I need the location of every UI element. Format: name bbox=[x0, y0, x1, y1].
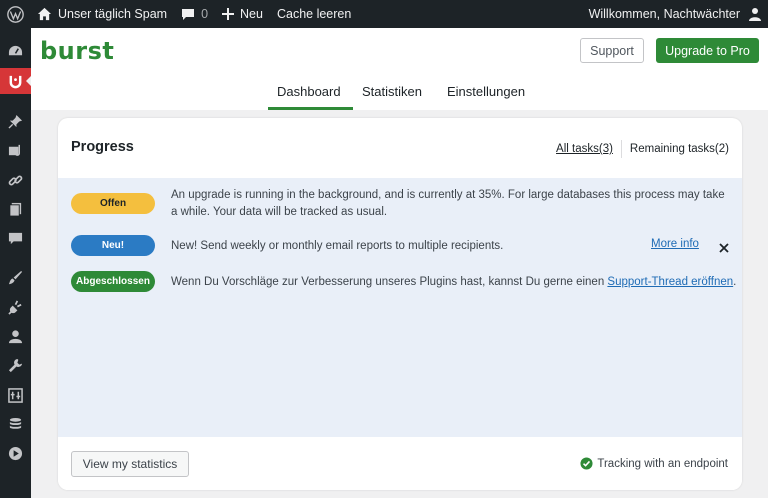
tab-einstellungen[interactable]: Einstellungen bbox=[447, 84, 525, 110]
support-button[interactable]: Support bbox=[580, 38, 644, 63]
database-icon[interactable] bbox=[0, 411, 31, 437]
new-label: Neu bbox=[240, 7, 263, 21]
task-text: Wenn Du Vorschläge zur Verbesserung unse… bbox=[171, 276, 608, 288]
clear-cache-link[interactable]: Cache leeren bbox=[270, 0, 358, 28]
filter-all-tasks[interactable]: All tasks(3) bbox=[556, 143, 613, 155]
appearance-icon[interactable] bbox=[0, 264, 31, 290]
my-account-link[interactable]: Willkommen, Nachtwächter bbox=[589, 0, 768, 28]
admin-sidebar bbox=[0, 28, 31, 498]
comments-link[interactable]: 0 bbox=[174, 0, 215, 28]
filter-divider bbox=[620, 140, 622, 158]
users-icon[interactable] bbox=[0, 323, 31, 349]
tracking-label: Tracking with an endpoint bbox=[597, 457, 728, 470]
task-text: New! Send weekly or monthly email report… bbox=[171, 240, 504, 252]
plugin-tabs: Dashboard Statistiken Einstellungen bbox=[31, 80, 768, 110]
task-text: An upgrade is running in the background,… bbox=[171, 189, 725, 218]
upgrade-to-pro-button[interactable]: Upgrade to Pro bbox=[656, 38, 759, 63]
status-badge-done: Abgeschlossen bbox=[71, 271, 155, 292]
avatar-icon bbox=[749, 8, 761, 21]
task-list: Offen An upgrade is running in the backg… bbox=[58, 178, 742, 437]
status-badge-new: Neu! bbox=[71, 235, 155, 256]
task-filters: All tasks(3) Remaining tasks(2) bbox=[556, 140, 729, 158]
play-icon[interactable] bbox=[0, 440, 31, 466]
site-name-link[interactable]: Unser täglich Spam bbox=[30, 0, 174, 28]
wordpress-logo-icon[interactable] bbox=[0, 0, 30, 28]
burst-logo: burst bbox=[40, 37, 114, 65]
plugins-icon[interactable] bbox=[0, 294, 31, 320]
comment-bubble-icon bbox=[182, 8, 195, 20]
media-icon[interactable] bbox=[0, 137, 31, 163]
site-name: Unser täglich Spam bbox=[58, 7, 168, 21]
comments-count: 0 bbox=[201, 7, 209, 21]
pin-icon[interactable] bbox=[0, 108, 31, 134]
plus-icon bbox=[222, 8, 235, 20]
check-circle-icon bbox=[580, 457, 593, 470]
tab-dashboard[interactable]: Dashboard bbox=[268, 84, 353, 110]
filter-remaining-tasks[interactable]: Remaining tasks(2) bbox=[630, 143, 729, 155]
pages-icon[interactable] bbox=[0, 196, 31, 222]
clear-cache-label: Cache leeren bbox=[276, 7, 352, 21]
status-badge-open: Offen bbox=[71, 193, 155, 214]
plugin-header: burst Support Upgrade to Pro Dashboard S… bbox=[31, 28, 768, 110]
tab-statistiken[interactable]: Statistiken bbox=[362, 84, 422, 110]
dashboard-icon[interactable] bbox=[0, 38, 31, 64]
admin-bar: Unser täglich Spam 0 Neu Cache leeren Wi… bbox=[0, 0, 768, 28]
home-icon bbox=[37, 7, 52, 21]
links-icon[interactable] bbox=[0, 167, 31, 193]
greeting-text: Willkommen, Nachtwächter bbox=[588, 7, 740, 21]
card-footer: View my statistics Tracking with an endp… bbox=[58, 437, 742, 490]
task-text-wrapper: Wenn Du Vorschläge zur Verbesserung unse… bbox=[171, 274, 741, 291]
more-info-link[interactable]: More info bbox=[651, 238, 699, 250]
burst-icon[interactable] bbox=[0, 68, 31, 94]
progress-title: Progress bbox=[71, 139, 134, 155]
tracking-status: Tracking with an endpoint bbox=[580, 457, 728, 470]
view-statistics-button[interactable]: View my statistics bbox=[71, 451, 189, 477]
burst-logo-text: burst bbox=[40, 37, 115, 65]
task-text-suffix: . bbox=[733, 276, 737, 288]
settings-icon[interactable] bbox=[0, 382, 31, 408]
close-icon[interactable] bbox=[716, 240, 732, 256]
progress-card: Progress All tasks(3) Remaining tasks(2)… bbox=[58, 118, 742, 490]
tools-icon[interactable] bbox=[0, 352, 31, 378]
comments-icon[interactable] bbox=[0, 225, 31, 251]
new-content-link[interactable]: Neu bbox=[215, 0, 270, 28]
support-thread-link[interactable]: Support-Thread eröffnen bbox=[607, 276, 733, 288]
